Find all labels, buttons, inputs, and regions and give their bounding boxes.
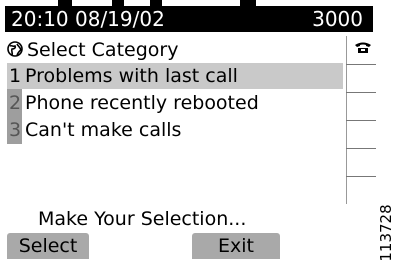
item-label: Phone recently rebooted [25,92,259,114]
exit-softkey[interactable]: Exit [192,233,280,259]
item-label: Problems with last call [25,65,238,87]
item-number: 1 [8,65,22,87]
status-notch [150,0,162,6]
line-divider [346,148,376,149]
datetime: 20:10 08/19/02 [11,7,165,31]
line-button-column [346,36,376,204]
selection-prompt: Make Your Selection... [38,208,247,230]
select-softkey[interactable]: Select [7,233,89,259]
status-notch [240,0,256,6]
item-number: 3 [8,119,22,141]
phone-icon[interactable] [354,41,372,54]
menu-item-phone-rebooted[interactable]: 2 Phone recently rebooted [7,90,343,116]
line-divider [346,120,376,121]
line-divider [346,176,376,177]
title-text: Select Category [27,39,179,61]
figure-id: 113728 [375,203,397,263]
extension-number: 3000 [312,7,363,31]
status-notch [112,0,124,6]
item-label: Can't make calls [25,119,182,141]
status-bar: 20:10 08/19/02 3000 [5,6,373,32]
figure-id-text: 113728 [377,204,395,262]
phone-screen: 20:10 08/19/02 3000 Select Category 1 Pr… [0,0,398,263]
menu-item-cant-make-calls[interactable]: 3 Can't make calls [7,117,343,143]
menu-item-problems-last-call[interactable]: 1 Problems with last call [7,63,343,89]
item-number: 2 [8,92,22,114]
globe-icon [7,41,23,57]
line-divider [346,92,376,93]
line-divider [346,64,376,65]
status-notch [58,0,72,6]
